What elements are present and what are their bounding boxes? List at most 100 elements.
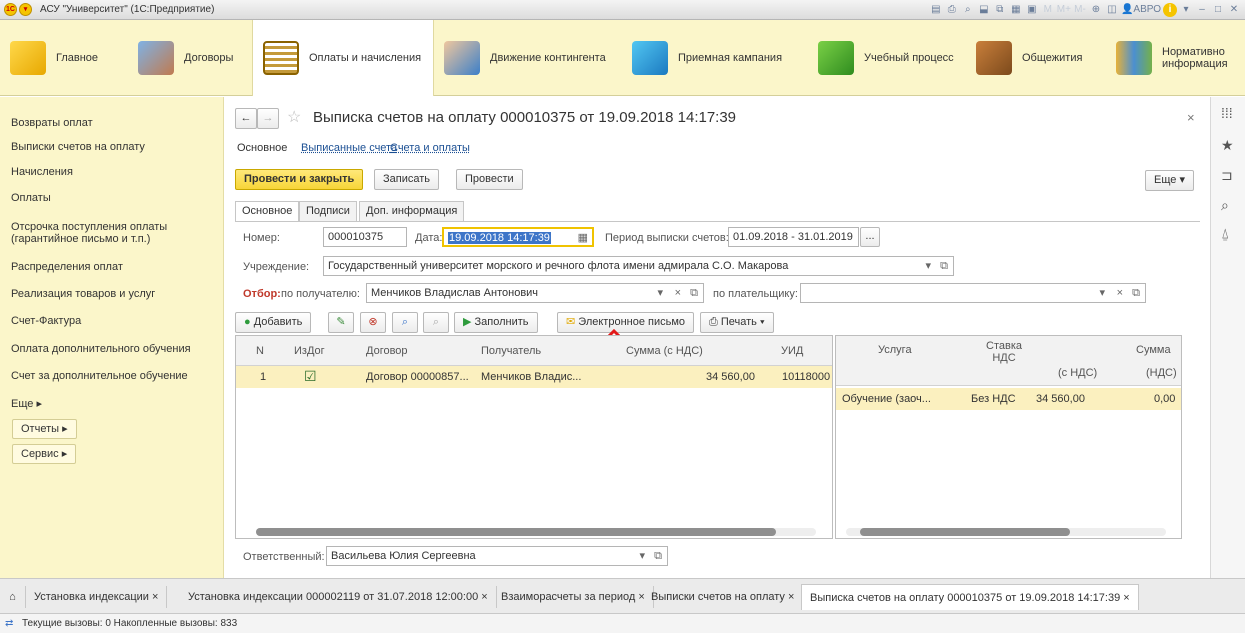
service-button[interactable]: Сервис ▸ xyxy=(12,444,77,464)
fill-button[interactable]: ▶ Заполнить xyxy=(454,312,538,333)
cancel-find-button[interactable]: ⌕ xyxy=(423,312,449,333)
post-button[interactable]: Провести xyxy=(456,169,523,190)
services-grid[interactable]: Услуга Ставка НДС Сумма (с НДС) (НДС) Об… xyxy=(835,335,1182,539)
dropdown-icon[interactable]: ▾ xyxy=(925,257,931,275)
nav-item-invoice-factura[interactable]: Счет-Фактура xyxy=(11,315,81,327)
window-tab[interactable]: Установка индексации 000002119 от 31.07.… xyxy=(180,586,497,608)
clear-icon[interactable]: × xyxy=(675,284,681,302)
copy-icon[interactable]: ⧉ xyxy=(993,2,1007,17)
horizontal-scrollbar[interactable] xyxy=(846,528,1166,536)
print-button[interactable]: ⎙ Печать ▾ xyxy=(700,312,774,333)
user-name[interactable]: 👤АВРО xyxy=(1121,2,1161,17)
window-tab-active[interactable]: Выписка счетов на оплату 000010375 от 19… xyxy=(801,584,1139,610)
section-contracts[interactable]: Договоры xyxy=(128,20,252,96)
open-icon[interactable]: ⧉ xyxy=(690,284,698,302)
filter-payer-field[interactable]: ▾ × ⧉ xyxy=(800,283,1146,303)
section-contingent[interactable]: Движение контингента xyxy=(434,20,622,96)
window-tab[interactable]: Установка индексации × xyxy=(26,586,168,608)
section-main[interactable]: Главное xyxy=(0,20,128,96)
open-icon[interactable]: ⧉ xyxy=(654,547,662,565)
horizontal-scrollbar[interactable] xyxy=(256,528,816,536)
tab-main[interactable]: Основное xyxy=(235,201,300,222)
nav-item-payments[interactable]: Оплаты xyxy=(11,192,51,204)
save-button[interactable]: Записать xyxy=(374,169,440,190)
minimize-icon[interactable]: – xyxy=(1195,2,1209,17)
section-dormitory[interactable]: Общежития xyxy=(966,20,1106,96)
section-normative[interactable]: Нормативно информация xyxy=(1106,20,1245,96)
app-logo-icon[interactable]: 1C ▾ xyxy=(4,3,32,17)
forward-button[interactable]: → xyxy=(257,108,279,129)
scrollbar-thumb[interactable] xyxy=(860,528,1070,536)
print-preview-icon[interactable]: ⎙ xyxy=(945,2,959,17)
link-issued-invoices[interactable]: Выписанные счета xyxy=(301,142,397,154)
settings-icon[interactable]: ▾ xyxy=(1179,2,1193,17)
nav-item-accruals[interactable]: Начисления xyxy=(11,166,73,178)
calc-icon[interactable]: ▦ xyxy=(1009,2,1023,17)
form-close-button[interactable]: × xyxy=(1187,110,1195,125)
period-select-button[interactable]: ... xyxy=(860,227,880,247)
home-icon[interactable]: ⌂ xyxy=(0,586,26,608)
clear-icon[interactable]: × xyxy=(1117,284,1123,302)
window-tab[interactable]: Выписки счетов на оплату × xyxy=(643,586,804,608)
nav-item-extra-invoice[interactable]: Счет за дополнительное обучение xyxy=(11,370,188,382)
dropdown-icon[interactable]: ▾ xyxy=(1099,284,1105,302)
tab-extra-info[interactable]: Доп. информация xyxy=(359,201,465,221)
restore-icon[interactable]: □ xyxy=(1211,2,1225,17)
more-button[interactable]: Еще ▾ xyxy=(1145,170,1194,191)
org-field[interactable]: Государственный университет морского и р… xyxy=(323,256,954,276)
calendar-icon[interactable]: ▦ xyxy=(578,229,588,245)
date-field[interactable]: 19.09.2018 14:17:39 ▦ xyxy=(442,227,594,247)
favorites-star-icon[interactable]: ★ xyxy=(1221,137,1234,154)
history-icon[interactable]: ⊐ xyxy=(1221,167,1233,184)
section-payments[interactable]: Оплаты и начисления xyxy=(252,20,434,96)
close-icon[interactable]: ✕ xyxy=(1227,2,1241,17)
edit-pencil-button[interactable]: ✎ xyxy=(328,312,354,333)
link-main[interactable]: Основное xyxy=(237,142,287,154)
table-row[interactable]: 1 ☑ Договор 00000857... Менчиков Владис.… xyxy=(236,366,832,388)
history-icon[interactable]: ⊕ xyxy=(1089,2,1103,17)
number-field[interactable]: 000010375 xyxy=(323,227,407,247)
add-button[interactable]: ● Добавить xyxy=(235,312,312,333)
save-icon[interactable]: ⬓ xyxy=(977,2,991,17)
dropdown-icon[interactable]: ▾ xyxy=(657,284,663,302)
period-field[interactable]: 01.09.2018 - 31.01.2019 xyxy=(728,227,859,247)
nav-item-sales[interactable]: Реализация товаров и услуг xyxy=(11,288,155,300)
scrollbar-thumb[interactable] xyxy=(256,528,776,536)
post-and-close-button[interactable]: Провести и закрыть xyxy=(235,169,364,190)
info-icon[interactable]: i xyxy=(1163,2,1177,17)
cell-izdog-checkbox[interactable]: ☑ xyxy=(304,368,317,385)
delete-button[interactable]: ⊗ xyxy=(360,312,386,333)
memory-plus-button[interactable]: M+ xyxy=(1057,2,1071,17)
bell-icon[interactable]: ⍙ xyxy=(1221,225,1229,242)
nav-item-extra-payment[interactable]: Оплата дополнительного обучения xyxy=(11,343,191,355)
tab-signatures[interactable]: Подписи xyxy=(299,201,357,221)
find-button[interactable]: ⌕ xyxy=(392,312,418,333)
open-icon[interactable]: ⧉ xyxy=(940,257,948,275)
nav-item-more[interactable]: Еще ▸ xyxy=(11,398,42,410)
print-icon[interactable]: ▤ xyxy=(929,2,943,17)
table-row[interactable]: Обучение (заоч... Без НДС 34 560,00 0,00 xyxy=(836,388,1181,410)
nav-item-deferral[interactable]: Отсрочка поступления оплаты (гарантийное… xyxy=(11,221,167,245)
functions-menu-icon[interactable]: ⁞⁞⁞ xyxy=(1221,105,1233,121)
layout-icon[interactable]: ◫ xyxy=(1105,2,1119,17)
memory-minus-button[interactable]: M- xyxy=(1073,2,1087,17)
section-study[interactable]: Учебный процесс xyxy=(808,20,966,96)
filter-recipient-field[interactable]: Менчиков Владислав Антонович ▾ × ⧉ xyxy=(366,283,704,303)
zoom-icon[interactable]: ⌕ xyxy=(961,2,975,17)
nav-item-refunds[interactable]: Возвраты оплат xyxy=(11,117,93,129)
dropdown-icon[interactable]: ▾ xyxy=(639,547,645,565)
open-icon[interactable]: ⧉ xyxy=(1132,284,1140,302)
invoices-grid[interactable]: N ИзДог Договор Получатель Сумма (с НДС)… xyxy=(235,335,833,539)
nav-item-distribution[interactable]: Распределения оплат xyxy=(11,261,123,273)
favorite-star-icon[interactable]: ☆ xyxy=(287,107,301,127)
search-icon[interactable]: ⌕ xyxy=(1221,197,1229,214)
responsible-field[interactable]: Васильева Юлия Сергеевна ▾ ⧉ xyxy=(326,546,668,566)
back-button[interactable]: ← xyxy=(235,108,257,129)
nav-item-invoice-statements[interactable]: Выписки счетов на оплату xyxy=(11,141,145,153)
section-admission[interactable]: Приемная кампания xyxy=(622,20,808,96)
link-invoices-payments[interactable]: Счета и оплаты xyxy=(390,142,470,154)
reports-button[interactable]: Отчеты ▸ xyxy=(12,419,77,439)
memory-m-button[interactable]: M xyxy=(1041,2,1055,17)
calendar-icon[interactable]: ▣ xyxy=(1025,2,1039,17)
window-tab[interactable]: Взаиморасчеты за период × xyxy=(493,586,654,608)
